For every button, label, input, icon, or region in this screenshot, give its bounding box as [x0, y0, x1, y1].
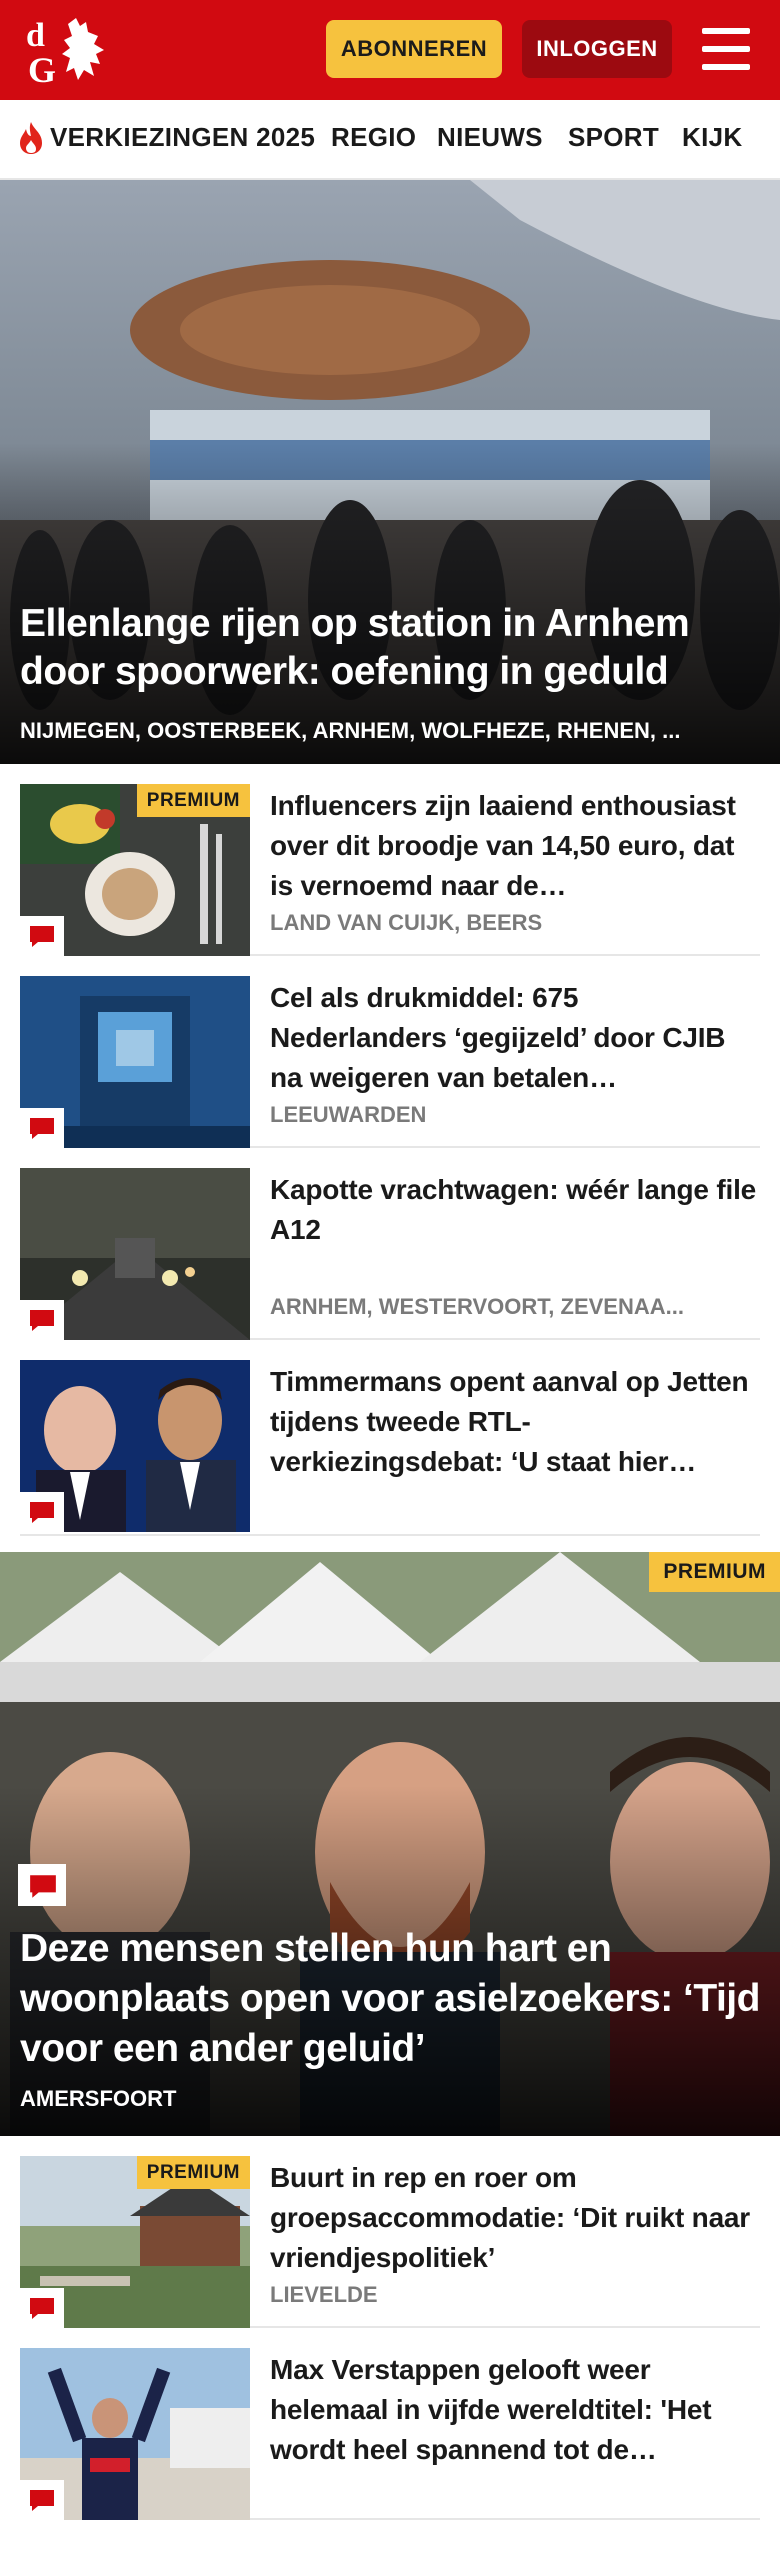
nav-item-regio[interactable]: REGIO: [331, 122, 416, 153]
comment-icon[interactable]: [20, 1108, 64, 1148]
article-thumbnail: PREMIUM: [20, 784, 250, 956]
article-thumbnail: [20, 1168, 250, 1340]
comment-icon[interactable]: [20, 2480, 64, 2520]
nav-item-kijk[interactable]: KIJK: [682, 122, 742, 153]
subscribe-button[interactable]: ABONNEREN: [326, 20, 502, 78]
article-title[interactable]: Buurt in rep en roer om groepsaccommodat…: [270, 2158, 760, 2278]
article-thumbnail: [20, 2348, 250, 2520]
comment-icon[interactable]: [20, 2288, 64, 2328]
article-title[interactable]: Cel als drukmiddel: 675 Nederlanders ‘ge…: [270, 978, 760, 1098]
list-item[interactable]: PREMIUM Influencers zijn laaiend enthous…: [20, 764, 760, 956]
feature-location: AMERSFOORT: [20, 2086, 177, 2111]
premium-badge: PREMIUM: [136, 2156, 250, 2189]
article-location: LEEUWARDEN: [270, 1102, 427, 1127]
list-item[interactable]: Timmermans opent aanval op Jetten tijden…: [20, 1340, 760, 1536]
login-button[interactable]: INLOGGEN: [522, 20, 672, 78]
article-title[interactable]: Max Verstappen gelooft weer helemaal in …: [270, 2350, 760, 2470]
article-location: LIEVELDE: [270, 2282, 378, 2307]
comment-icon[interactable]: [18, 1864, 66, 1906]
comment-icon[interactable]: [20, 1492, 64, 1532]
nav-item-sport[interactable]: SPORT: [568, 122, 659, 153]
feature-title[interactable]: Deze mensen stellen hun hart en woonplaa…: [20, 1924, 760, 2074]
svg-text:d: d: [26, 17, 45, 54]
feature-article[interactable]: PREMIUM Deze mensen stellen hun hart en …: [0, 1552, 780, 2136]
list-item[interactable]: Cel als drukmiddel: 675 Nederlanders ‘ge…: [20, 956, 760, 1148]
list-item[interactable]: Kapotte vrachtwagen: wéér lange file A12…: [20, 1148, 760, 1340]
article-thumbnail: PREMIUM: [20, 2156, 250, 2328]
premium-badge: PREMIUM: [649, 1552, 780, 1592]
nav-item-nieuws[interactable]: NIEUWS: [437, 122, 543, 153]
hero-article[interactable]: Ellenlange rijen op station in Arnhem do…: [0, 180, 780, 764]
article-location: ARNHEM, WESTERVOORT, ZEVENAA...: [270, 1294, 684, 1319]
article-thumbnail: [20, 1360, 250, 1532]
list-item[interactable]: PREMIUM Buurt in rep en roer om groepsac…: [20, 2136, 760, 2328]
article-thumbnail: [20, 976, 250, 1148]
hero-locations: NIJMEGEN, OOSTERBEEK, ARNHEM, WOLFHEZE, …: [20, 718, 681, 743]
nav-item-verkiezingen[interactable]: VERKIEZINGEN 2025: [50, 122, 315, 153]
premium-badge: PREMIUM: [136, 784, 250, 817]
top-bar: d G ABONNEREN INLOGGEN: [0, 0, 780, 100]
section-nav: VERKIEZINGEN 2025 REGIO NIEUWS SPORT KIJ…: [0, 100, 780, 180]
hero-title[interactable]: Ellenlange rijen op station in Arnhem do…: [20, 600, 770, 696]
svg-text:G: G: [28, 50, 56, 86]
flame-icon: [20, 122, 42, 154]
article-title[interactable]: Influencers zijn laaiend enthousiast ove…: [270, 786, 760, 906]
brand-logo[interactable]: d G: [24, 14, 114, 90]
article-location: LAND VAN CUIJK, BEERS: [270, 910, 543, 935]
list-item[interactable]: Max Verstappen gelooft weer helemaal in …: [20, 2328, 760, 2520]
menu-icon[interactable]: [700, 26, 752, 72]
comment-icon[interactable]: [20, 1300, 64, 1340]
article-title[interactable]: Timmermans opent aanval op Jetten tijden…: [270, 1362, 760, 1482]
comment-icon[interactable]: [20, 916, 64, 956]
article-title[interactable]: Kapotte vrachtwagen: wéér lange file A12: [270, 1170, 760, 1250]
